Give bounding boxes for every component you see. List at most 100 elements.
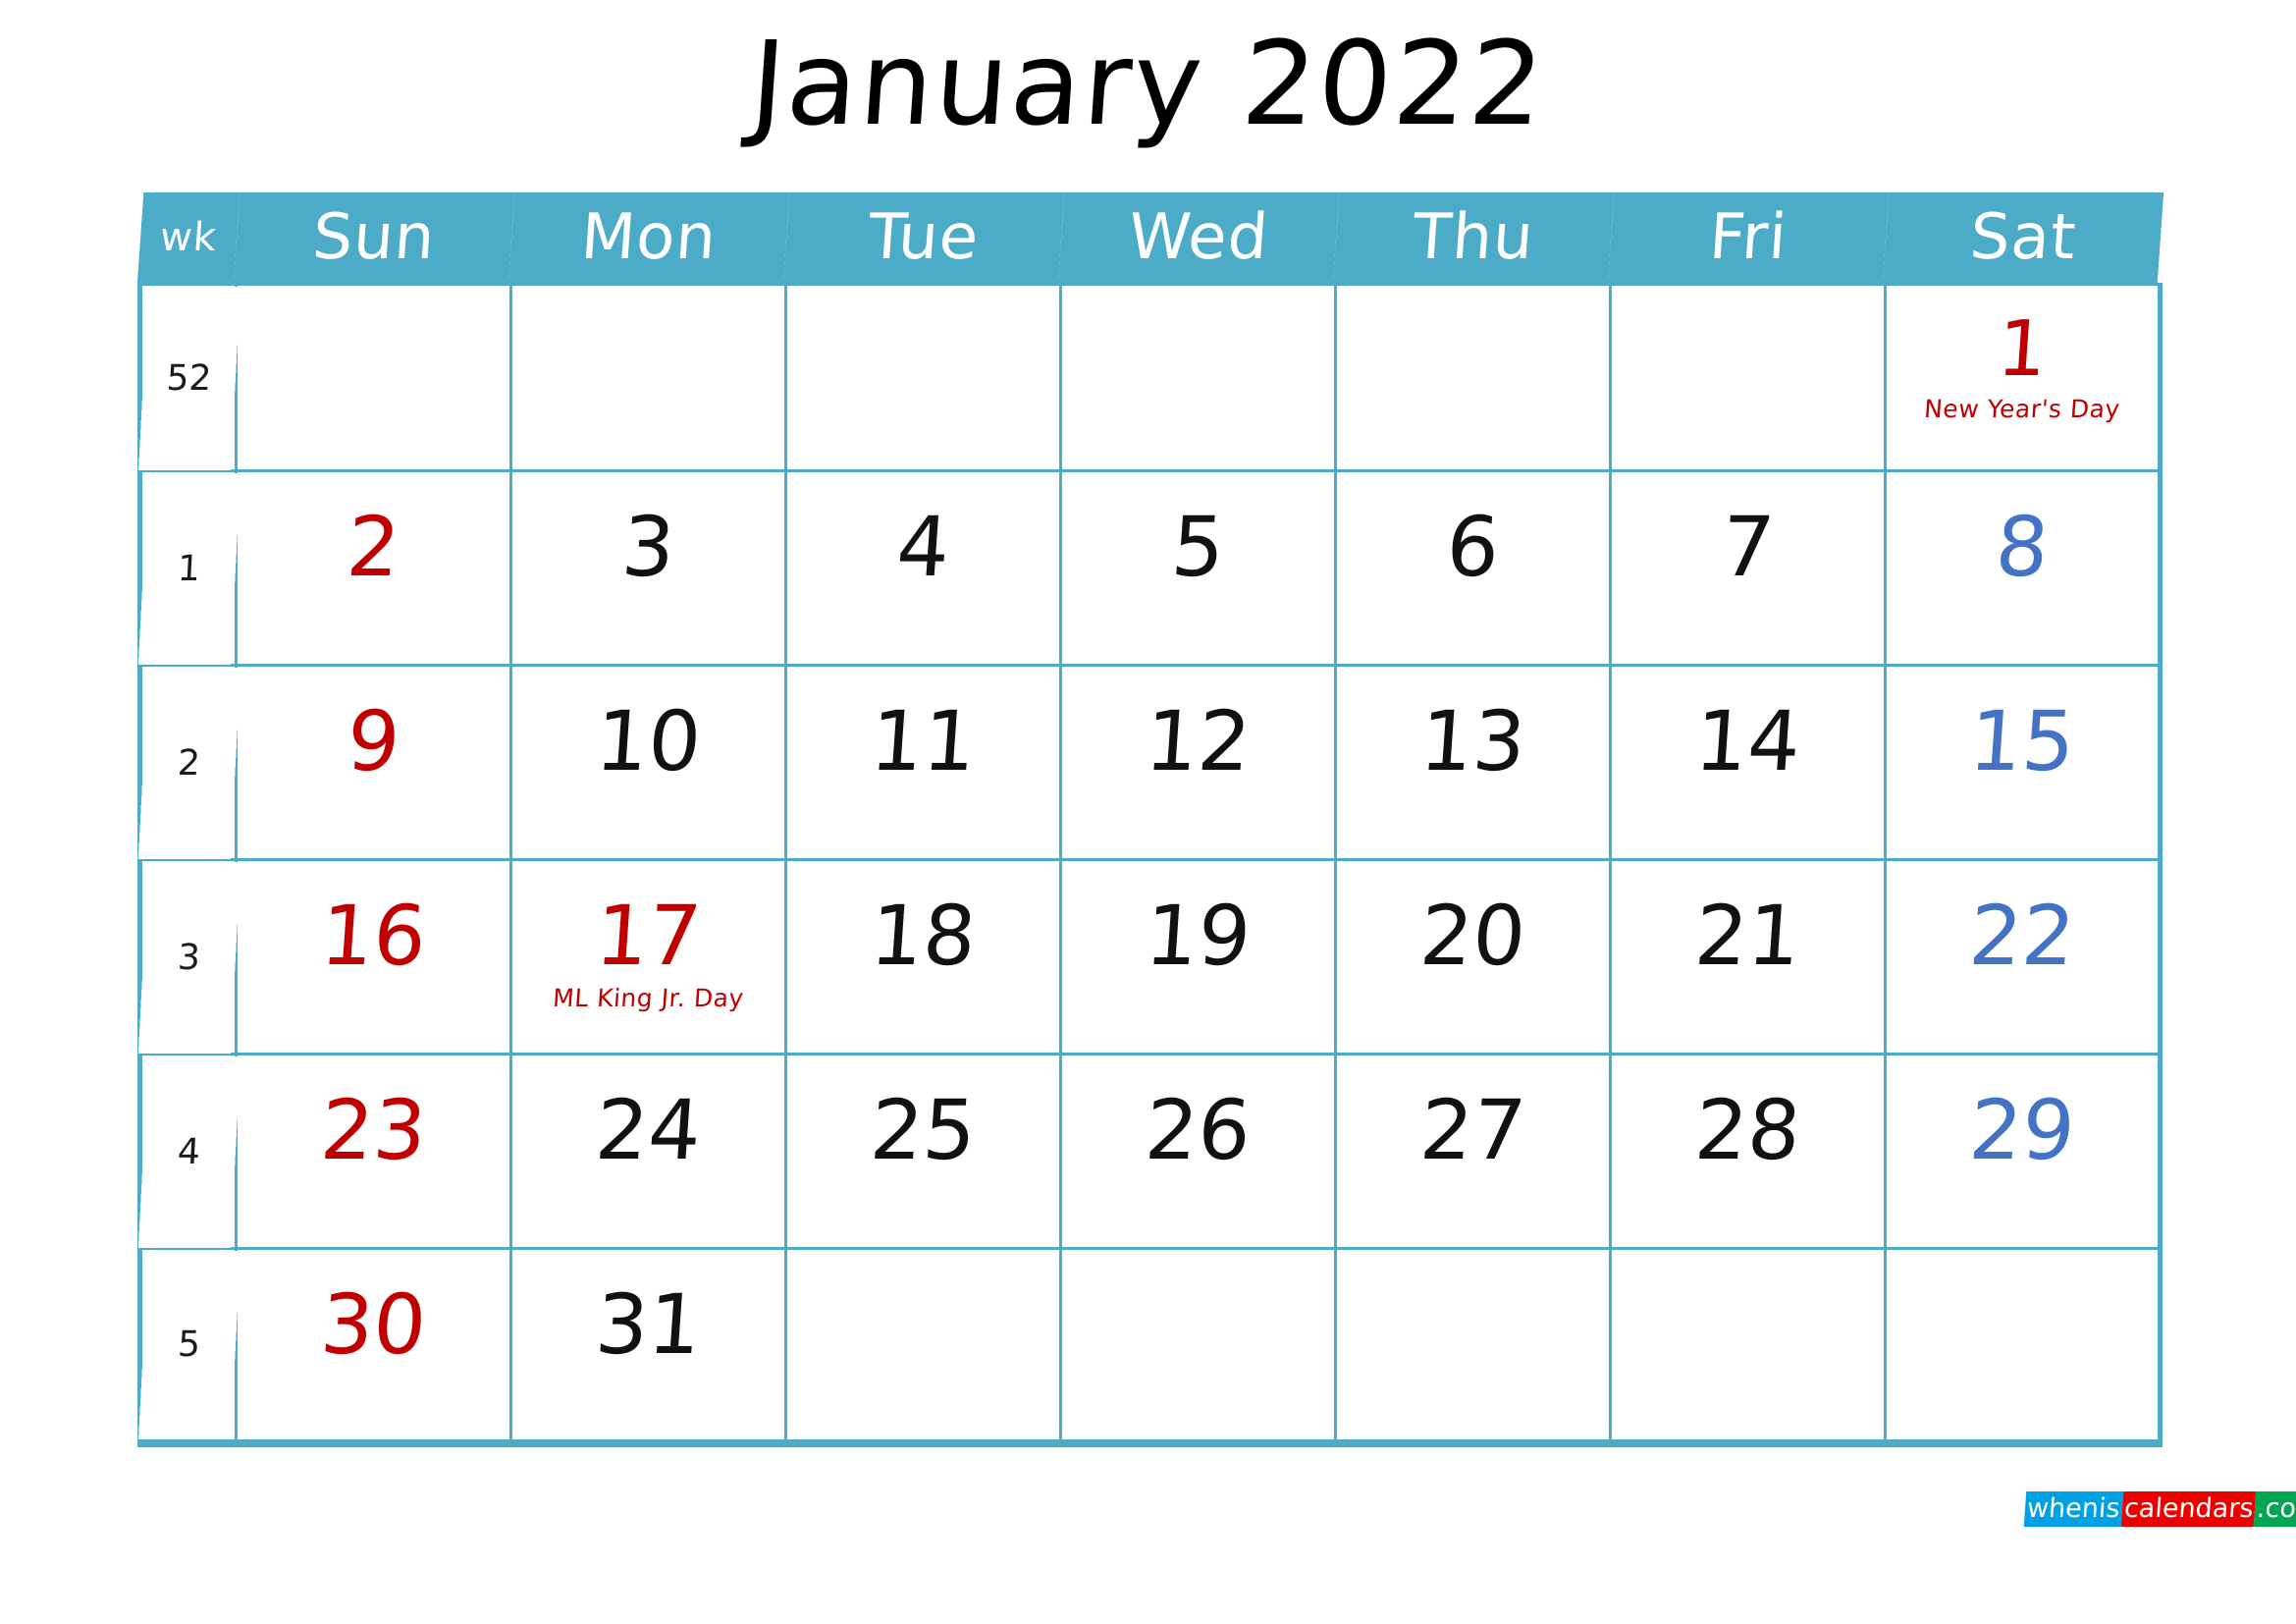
calendar-week-row: 3 16 17 ML King Jr. Day 18 19 20 21 22	[134, 858, 2163, 1056]
calendar-week-row: 1 2 3 4 5 6 7 8	[134, 469, 2163, 667]
day-number: 22	[1966, 888, 2078, 984]
day-number: 17	[592, 888, 705, 984]
calendar-body: 52 1 New Year's Day 1 2 3 4 5 6 7 8 2 9 10 11 12 13 14 15 3…	[134, 283, 2163, 1447]
day-cell[interactable]: 21	[1609, 858, 1887, 1056]
day-cell[interactable]: 4	[784, 469, 1062, 667]
day-number: 16	[317, 888, 430, 984]
day-cell[interactable]: 15	[1884, 664, 2163, 861]
day-cell[interactable]: 12	[1059, 664, 1337, 861]
header-day-sun: Sun	[233, 192, 514, 285]
day-cell[interactable]: 17 ML King Jr. Day	[509, 858, 787, 1056]
day-cell-empty	[784, 1247, 1062, 1447]
calendar-week-row: 5 30 31	[134, 1247, 2163, 1447]
day-cell[interactable]: 29	[1884, 1053, 2163, 1250]
day-cell[interactable]: 9	[235, 664, 512, 861]
day-cell[interactable]: 5	[1059, 469, 1337, 667]
day-cell[interactable]: 8	[1884, 469, 2163, 667]
calendar-page: January 2022 wk Sun Mon Tue Wed Thu Fri …	[0, 0, 2296, 1624]
day-cell[interactable]: 27	[1334, 1053, 1612, 1250]
header-day-wed: Wed	[1057, 192, 1339, 285]
day-number: 7	[1718, 499, 1778, 595]
day-cell[interactable]: 1 New Year's Day	[1884, 283, 2163, 472]
day-cell[interactable]: 3	[509, 469, 787, 667]
day-cell[interactable]: 28	[1609, 1053, 1887, 1250]
calendar-grid: wk Sun Mon Tue Wed Thu Fri Sat 52 1 New Ye…	[134, 192, 2163, 1447]
day-cell-empty	[1334, 1247, 1612, 1447]
header-day-tue: Tue	[782, 192, 1064, 285]
day-number: 18	[867, 888, 980, 984]
day-number: 2	[344, 499, 403, 595]
week-number-cell: 5	[134, 1248, 241, 1443]
week-number-cell: 3	[134, 859, 241, 1055]
day-number: 9	[344, 693, 403, 789]
day-number: 11	[867, 693, 980, 789]
day-number: 8	[1992, 499, 2053, 595]
day-cell[interactable]: 22	[1884, 858, 2163, 1056]
day-cell-empty	[1884, 1247, 2163, 1447]
logo-part-calendars: calendars	[2120, 1491, 2257, 1527]
day-number: 26	[1142, 1082, 1255, 1178]
day-number: 24	[592, 1082, 705, 1178]
day-number: 27	[1416, 1082, 1529, 1178]
day-cell[interactable]: 2	[235, 469, 512, 667]
day-cell[interactable]: 24	[509, 1053, 787, 1250]
day-number: 6	[1443, 499, 1503, 595]
header-day-fri: Fri	[1607, 192, 1889, 285]
day-cell-empty	[509, 283, 787, 472]
day-cell[interactable]: 14	[1609, 664, 1887, 861]
day-cell-empty	[1609, 283, 1887, 472]
day-cell-empty	[1059, 283, 1337, 472]
day-cell[interactable]: 13	[1334, 664, 1612, 861]
day-number: 25	[867, 1082, 980, 1178]
week-number-cell: 4	[134, 1054, 241, 1249]
day-cell[interactable]: 23	[235, 1053, 512, 1250]
day-cell[interactable]: 6	[1334, 469, 1612, 667]
site-logo[interactable]: whenis calendars .com	[2023, 1491, 2296, 1527]
day-cell[interactable]: 10	[509, 664, 787, 861]
day-number: 1	[1995, 305, 2050, 394]
calendar-week-row: 4 23 24 25 26 27 28 29	[134, 1053, 2163, 1250]
day-cell[interactable]: 30	[235, 1247, 512, 1447]
day-number: 12	[1142, 693, 1255, 789]
day-number: 23	[317, 1082, 430, 1178]
day-number: 28	[1691, 1082, 1804, 1178]
day-number: 31	[592, 1276, 705, 1373]
day-cell-empty	[235, 283, 512, 472]
logo-part-whenis: whenis	[2023, 1491, 2123, 1527]
day-number: 13	[1416, 693, 1529, 789]
day-number: 20	[1416, 888, 1529, 984]
day-cell[interactable]: 7	[1609, 469, 1887, 667]
week-number-cell: 2	[134, 665, 241, 860]
day-number: 15	[1966, 693, 2078, 789]
header-day-thu: Thu	[1332, 192, 1614, 285]
day-number: 3	[618, 499, 678, 595]
day-cell[interactable]: 25	[784, 1053, 1062, 1250]
header-day-mon: Mon	[507, 192, 789, 285]
day-cell[interactable]: 26	[1059, 1053, 1337, 1250]
header-day-sat: Sat	[1882, 192, 2163, 285]
calendar-header-row: wk Sun Mon Tue Wed Thu Fri Sat	[136, 192, 2163, 285]
day-cell[interactable]: 20	[1334, 858, 1612, 1056]
day-cell-empty	[784, 283, 1062, 472]
day-number: 5	[1168, 499, 1228, 595]
week-number-cell: 1	[134, 470, 241, 666]
day-cell[interactable]: 19	[1059, 858, 1337, 1056]
day-cell[interactable]: 18	[784, 858, 1062, 1056]
day-number: 29	[1966, 1082, 2078, 1178]
day-cell[interactable]: 11	[784, 664, 1062, 861]
calendar-week-row: 2 9 10 11 12 13 14 15	[134, 664, 2163, 861]
logo-part-domain: .com	[2253, 1491, 2296, 1527]
week-number-cell: 52	[134, 284, 241, 471]
day-cell-empty	[1609, 1247, 1887, 1447]
day-cell-empty	[1059, 1247, 1337, 1447]
day-number: 4	[893, 499, 953, 595]
day-cell-empty	[1334, 283, 1612, 472]
day-number: 21	[1691, 888, 1804, 984]
calendar-week-row: 52 1 New Year's Day	[134, 283, 2163, 472]
header-week-number: wk	[136, 192, 240, 285]
day-number: 19	[1142, 888, 1255, 984]
day-cell[interactable]: 31	[509, 1247, 787, 1447]
page-title: January 2022	[746, 16, 1550, 151]
holiday-label: ML King Jr. Day	[552, 984, 745, 1012]
day-cell[interactable]: 16	[235, 858, 512, 1056]
